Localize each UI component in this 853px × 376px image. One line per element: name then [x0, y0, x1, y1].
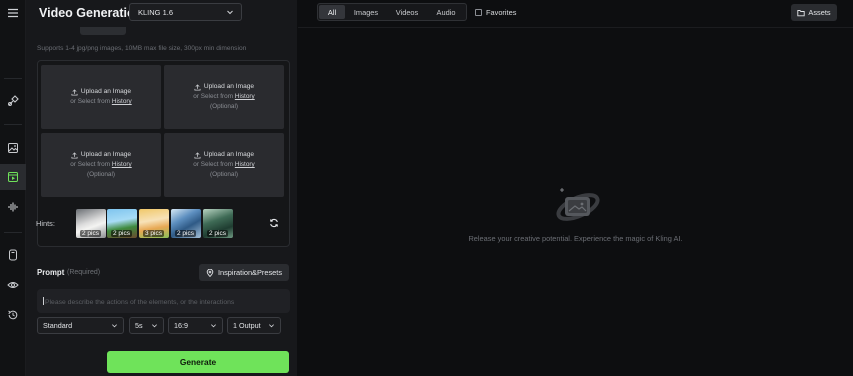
upload-slot-3[interactable]: Upload an Image or Select from History (… [41, 133, 161, 197]
hint-badge: 2 pics [207, 230, 228, 237]
audio-gen-icon[interactable] [0, 194, 26, 220]
upload-slot-title: Upload an Image [203, 83, 255, 90]
tab-videos[interactable]: Videos [387, 5, 427, 19]
optional-label: (Optional) [209, 171, 239, 178]
hint-badge: 2 pics [111, 230, 132, 237]
assets-label: Assets [808, 8, 831, 17]
optional-label: (Optional) [209, 103, 239, 110]
hint-thumbnail[interactable]: 2 pics [171, 209, 201, 238]
inspiration-presets-button[interactable]: Inspiration&Presets [199, 264, 289, 281]
hint-thumbnail[interactable]: 2 pics [107, 209, 137, 238]
history-icon[interactable] [0, 302, 26, 328]
app-icon[interactable] [0, 242, 26, 268]
upload-slot-2[interactable]: Upload an Image or Select from History (… [164, 65, 284, 129]
upload-icon [194, 83, 201, 91]
hint-thumbnail[interactable]: 3 pics [139, 209, 169, 238]
inspiration-presets-label: Inspiration&Presets [217, 268, 283, 277]
upload-slot-sub: or Select from [193, 93, 234, 100]
optional-label: (Optional) [86, 171, 116, 178]
upload-slot-title: Upload an Image [80, 88, 132, 95]
aspect-ratio-select[interactable]: 16:9 [168, 317, 223, 334]
hint-badge: 2 pics [80, 230, 101, 237]
tab-images[interactable]: Images [345, 5, 387, 19]
upload-slot-sub: or Select from [70, 98, 111, 105]
upload-slot-4[interactable]: Upload an Image or Select from History (… [164, 133, 284, 197]
generation-panel: Video Generation KLING 1.6 Supports 1-4 … [26, 0, 297, 376]
upload-slot-title: Upload an Image [203, 151, 255, 158]
favorites-toggle[interactable]: Favorites [475, 8, 516, 17]
mode-select[interactable]: Standard [37, 317, 124, 334]
filter-tabs: All Images Videos Audio [317, 3, 467, 21]
prompt-required-tag: (Required) [67, 269, 101, 276]
empty-state-message: Release your creative potential. Experie… [468, 234, 683, 243]
hints-label: Hints: [36, 219, 55, 228]
rail-divider [4, 232, 22, 233]
rail-divider [4, 78, 22, 79]
hint-badge: 3 pics [143, 230, 164, 237]
eye-icon[interactable] [0, 272, 26, 298]
chevron-down-icon [112, 324, 117, 328]
image-gen-icon[interactable] [0, 135, 26, 161]
favorites-label: Favorites [486, 8, 517, 17]
upload-icon [71, 88, 78, 96]
brush-icon[interactable] [0, 88, 26, 114]
assets-button[interactable]: Assets [791, 4, 837, 21]
model-select-value: KLING 1.6 [138, 7, 174, 17]
location-pin-icon [206, 268, 214, 277]
history-link[interactable]: History [112, 161, 132, 168]
upload-slot-title: Upload an Image [80, 151, 132, 158]
upload-slot-sub: or Select from [193, 161, 234, 168]
empty-state-icon [556, 188, 600, 221]
upload-icon [71, 151, 78, 159]
upload-icon [194, 151, 201, 159]
folder-icon [797, 9, 806, 16]
history-link[interactable]: History [235, 93, 255, 100]
model-select[interactable]: KLING 1.6 [129, 3, 242, 21]
mode-select-value: Standard [43, 321, 73, 330]
history-link[interactable]: History [235, 161, 255, 168]
collapsed-tab[interactable] [80, 27, 126, 35]
favorites-checkbox[interactable] [475, 9, 482, 16]
chevron-down-icon [269, 324, 274, 328]
chevron-down-icon [152, 324, 157, 328]
duration-select[interactable]: 5s [129, 317, 164, 334]
history-link[interactable]: History [112, 98, 132, 105]
results-toolbar: All Images Videos Audio Favorites Assets [298, 0, 853, 28]
prompt-label: Prompt [37, 268, 65, 277]
results-area: All Images Videos Audio Favorites Assets… [298, 0, 853, 376]
rail-divider [4, 124, 22, 125]
chevron-down-icon [227, 10, 233, 15]
output-count-value: 1 Output [233, 321, 261, 330]
tab-audio[interactable]: Audio [427, 5, 465, 19]
prompt-placeholder: Please describe the actions of the eleme… [45, 299, 235, 306]
hint-badge: 2 pics [175, 230, 196, 237]
video-gen-icon[interactable] [0, 164, 26, 190]
refresh-icon[interactable] [269, 218, 279, 228]
aspect-ratio-value: 16:9 [174, 321, 188, 330]
page-title: Video Generation [39, 6, 143, 20]
upload-slot-1[interactable]: Upload an Image or Select from History [41, 65, 161, 129]
upload-requirements: Supports 1-4 jpg/png images, 10MB max fi… [37, 45, 247, 52]
output-count-select[interactable]: 1 Output [227, 317, 281, 334]
menu-icon[interactable] [0, 0, 26, 26]
duration-select-value: 5s [135, 321, 143, 330]
hint-thumbnail[interactable]: 2 pics [203, 209, 233, 238]
tab-all[interactable]: All [319, 5, 345, 19]
chevron-down-icon [211, 324, 216, 328]
upload-slot-sub: or Select from [70, 161, 111, 168]
prompt-textarea[interactable]: Please describe the actions of the eleme… [37, 289, 290, 313]
generate-button[interactable]: Generate [107, 351, 289, 373]
left-rail [0, 0, 26, 376]
hint-thumbnail[interactable]: 2 pics [76, 209, 106, 238]
